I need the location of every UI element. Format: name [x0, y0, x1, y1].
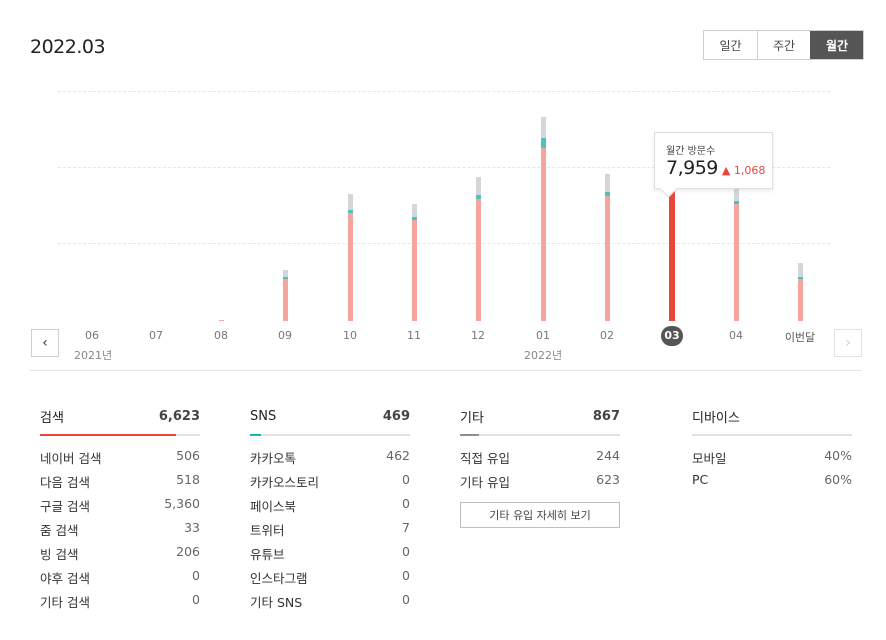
chart-bar-segment	[669, 184, 675, 321]
stats-other: 기타 867 직접 유입 244 기타 유입 623 기타 유입 자세히 보기	[460, 404, 620, 528]
x-tick-label[interactable]: 07	[136, 329, 176, 342]
chart-bar-segment	[798, 279, 803, 321]
chart-bar-segment	[219, 320, 224, 321]
chart-bar-segment	[605, 196, 610, 321]
stats-sns: SNS 469 카카오톡 462 카카오스토리 0 페이스북 0 트위터 7 유튜브 0 인…	[250, 404, 410, 616]
chart-bar-segment	[412, 220, 417, 321]
stats-row: 다음 검색 518	[40, 472, 200, 490]
chart-bar[interactable]	[412, 204, 417, 321]
x-tick-label[interactable]: 이번달	[780, 329, 820, 345]
year-label: 2022년	[524, 349, 563, 362]
chart-bar[interactable]	[348, 194, 353, 321]
stats-row: 페이스북 0	[250, 496, 410, 514]
chart-bar-segment	[283, 270, 288, 277]
year-label: 2021년	[74, 349, 113, 362]
chart-bar-segment	[734, 204, 739, 321]
chart-bar[interactable]	[541, 117, 546, 321]
chart-bar-segment	[798, 263, 803, 277]
stats-row: PC 60%	[692, 472, 852, 487]
stats-row: 줌 검색 33	[40, 520, 200, 538]
gridline	[58, 91, 830, 92]
stats-total: 469	[382, 408, 410, 424]
chart-bar[interactable]	[798, 263, 803, 321]
tooltip-value: 7,959	[666, 157, 718, 179]
stats-row: 트위터 7	[250, 520, 410, 538]
stats-row: 구글 검색 5,360	[40, 496, 200, 514]
stats-row: 야후 검색 0	[40, 568, 200, 586]
chart-bar-segment	[476, 177, 481, 195]
stats-progress	[40, 434, 200, 436]
divider	[30, 370, 862, 371]
x-tick-label[interactable]: 09	[265, 329, 305, 342]
stats-device: 디바이스 모바일 40% PC 60%	[692, 404, 852, 496]
stats-total: 6,623	[158, 408, 200, 424]
stats-title: 디바이스	[692, 410, 740, 426]
stats-row: 모바일 40%	[692, 448, 852, 466]
stats-progress	[250, 434, 410, 436]
stats-row: 유튜브 0	[250, 544, 410, 562]
chart-bar-segment	[605, 174, 610, 192]
chart-bar[interactable]	[605, 174, 610, 321]
gridline	[58, 243, 830, 244]
x-tick-label[interactable]: 08	[201, 329, 241, 342]
stats-row: 기타 유입 623	[460, 472, 620, 490]
stats-progress	[460, 434, 620, 436]
x-tick-label[interactable]: 06	[72, 329, 112, 342]
stats-row: 기타 검색 0	[40, 592, 200, 610]
prev-period-button[interactable]: ‹	[31, 329, 59, 357]
chart-bar-segment	[348, 213, 353, 321]
chart-bar[interactable]	[219, 320, 224, 321]
stats-row: 기타 SNS 0	[250, 592, 410, 610]
stats-title: 검색	[40, 410, 64, 426]
tooltip-label: 월간 방문수	[666, 146, 716, 157]
chart-bar[interactable]	[283, 270, 288, 321]
x-tick-label[interactable]: 04	[716, 329, 756, 342]
next-period-button[interactable]: ›	[834, 329, 862, 357]
chart-bar[interactable]	[476, 177, 481, 321]
chart-bar-segment	[476, 199, 481, 321]
chart-bar-segment	[541, 117, 546, 138]
x-tick-label[interactable]: 12	[458, 329, 498, 342]
stats-row: 인스타그램 0	[250, 568, 410, 586]
stats-row: 카카오톡 462	[250, 448, 410, 466]
stats-search: 검색 6,623 네이버 검색 506 다음 검색 518 구글 검색 5,360 줌 …	[40, 404, 200, 616]
stats-row: 네이버 검색 506	[40, 448, 200, 466]
other-traffic-detail-button[interactable]: 기타 유입 자세히 보기	[460, 502, 620, 528]
stats-progress	[692, 434, 852, 436]
chart-tooltip: 월간 방문수 7,959 ▲ 1,068	[654, 132, 773, 189]
x-tick-label[interactable]: 02	[587, 329, 627, 342]
chart-bar-segment	[412, 204, 417, 217]
stats-row: 카카오스토리 0	[250, 472, 410, 490]
chart-bar-segment	[541, 138, 546, 148]
tooltip-change: ▲ 1,068	[721, 164, 766, 177]
x-tick-label[interactable]: 03	[661, 326, 683, 346]
chart-bar-segment	[541, 148, 546, 321]
stats-title: SNS	[250, 408, 277, 424]
stats-title: 기타	[460, 410, 484, 426]
stats-row: 빙 검색 206	[40, 544, 200, 562]
chart-bar-segment	[348, 194, 353, 210]
x-tick-label[interactable]: 10	[330, 329, 370, 342]
stats-total: 867	[592, 408, 620, 424]
chart-bar[interactable]	[734, 180, 739, 321]
chart-bar-segment	[283, 279, 288, 321]
x-tick-label[interactable]: 11	[394, 329, 434, 342]
x-tick-label[interactable]: 01	[523, 329, 563, 342]
stats-row: 직접 유입 244	[460, 448, 620, 466]
